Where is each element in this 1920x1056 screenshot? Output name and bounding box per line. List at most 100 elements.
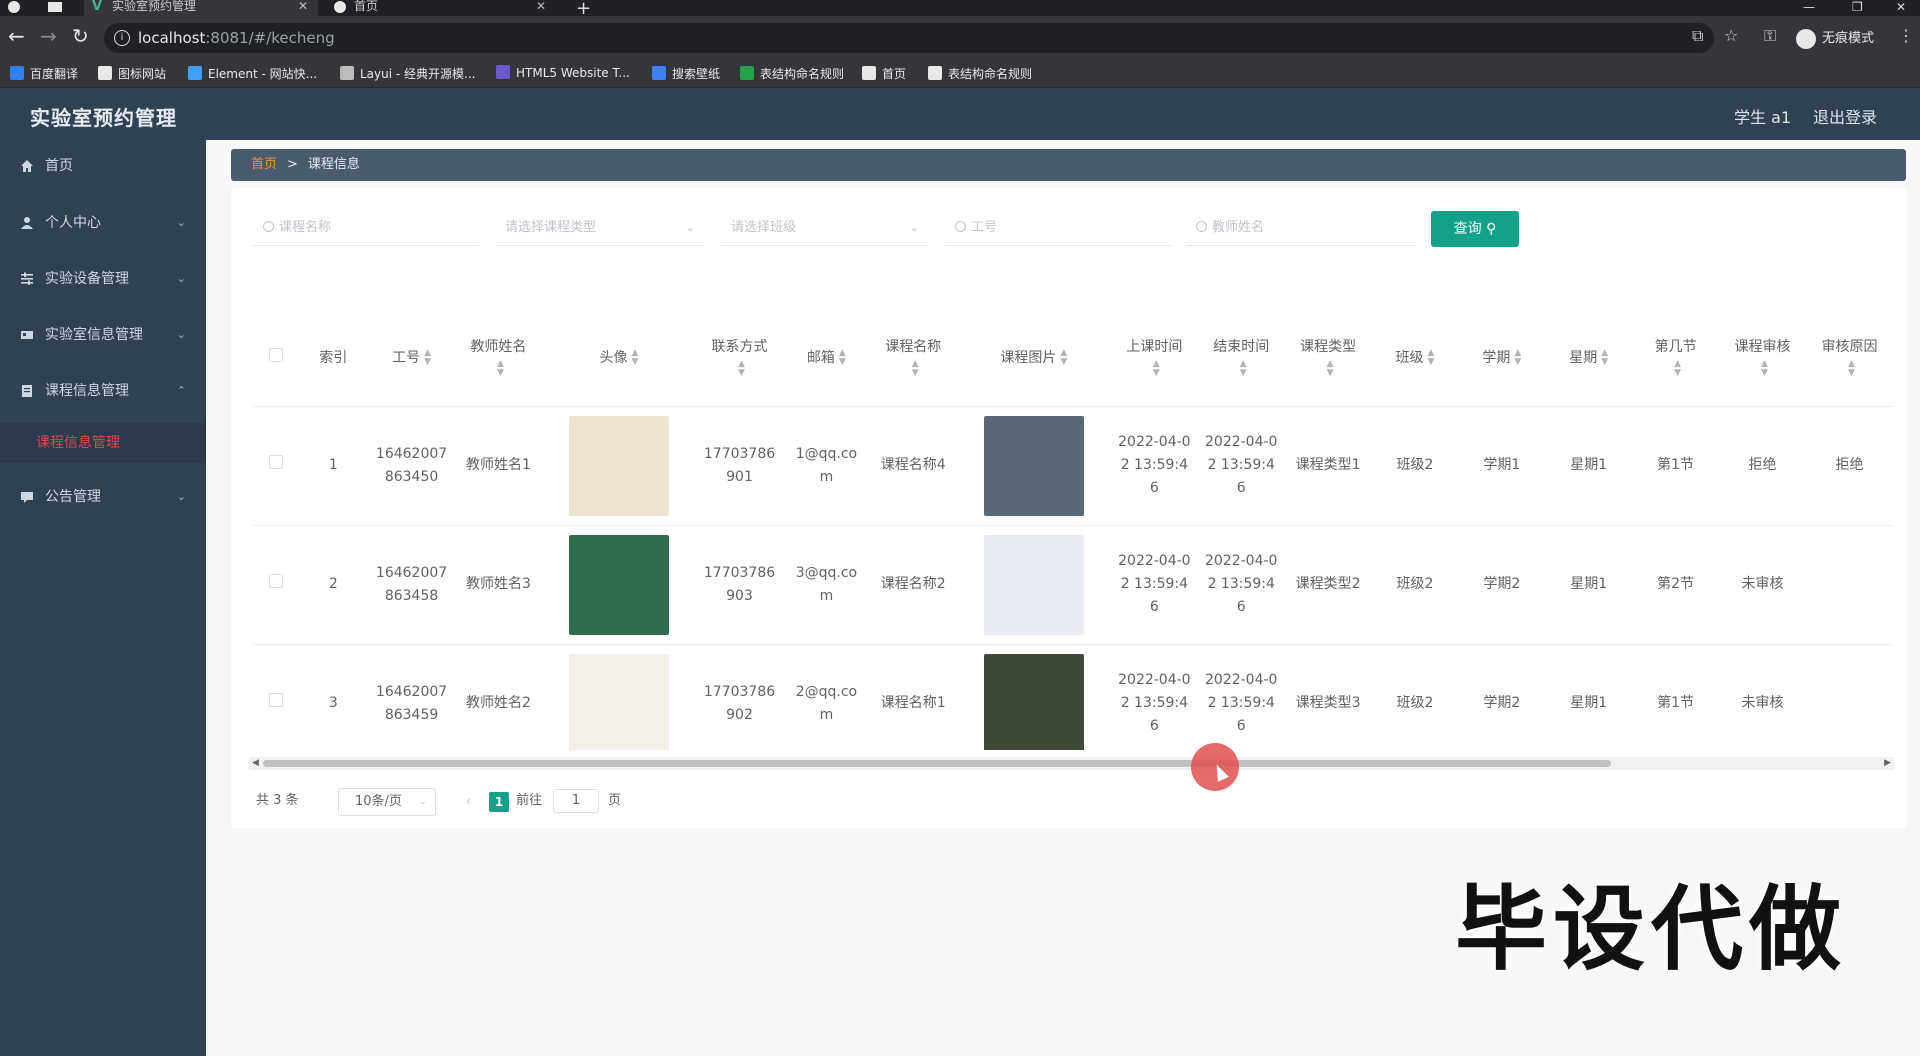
placeholder: 请选择课程类型	[505, 220, 597, 235]
chevron-up-icon: ⌃	[176, 384, 186, 397]
current-user[interactable]: 学生 a1	[1734, 104, 1791, 128]
bookmark-item[interactable]: 图标网站	[98, 65, 166, 82]
cell-period: 第1节	[1632, 406, 1720, 526]
avatar[interactable]	[568, 415, 669, 516]
cell-avatar-image	[541, 644, 697, 750]
bookmark-item[interactable]: 表结构命名规则	[928, 65, 1032, 82]
bookmark-icon	[10, 66, 24, 80]
bookmark-item[interactable]: 表结构命名规则	[740, 65, 844, 82]
row-checkbox[interactable]	[253, 406, 299, 526]
forward-icon[interactable]: →	[40, 26, 57, 46]
prev-page-icon[interactable]: ‹	[466, 792, 471, 810]
row-checkbox[interactable]	[253, 644, 299, 750]
col-end-time[interactable]: 结束时间 ▲ ▼	[1197, 310, 1285, 407]
address-bar[interactable]: i localhost:8081/#/kecheng	[104, 23, 1714, 53]
sidebar-item-lab-info[interactable]: 实验室信息管理 ⌄	[0, 315, 206, 355]
course-image[interactable]	[983, 415, 1084, 516]
col-email[interactable]: 邮箱 ▲ ▼	[782, 310, 870, 407]
col-period[interactable]: 第几节 ▲ ▼	[1632, 310, 1720, 407]
col-course-type[interactable]: 课程类型 ▲ ▼	[1284, 310, 1372, 407]
sidebar-item-home[interactable]: 首页	[0, 146, 206, 186]
work-no-input[interactable]: 工号	[945, 210, 1171, 246]
cell-teacher-name: 教师姓名1	[454, 406, 542, 526]
row-checkbox[interactable]	[253, 525, 299, 645]
cell-review: 未审核	[1719, 644, 1806, 750]
logout-link[interactable]: 退出登录	[1813, 104, 1877, 128]
minimize-icon[interactable]: —	[1803, 0, 1815, 14]
browser-menu-icon[interactable]	[4, 0, 24, 16]
bookmark-item[interactable]: HTML5 Website T...	[496, 65, 630, 80]
scroll-right-icon[interactable]: ▶	[1884, 757, 1891, 770]
breadcrumb-home[interactable]: 首页	[251, 157, 277, 172]
sidebar-item-profile[interactable]: 个人中心 ⌄	[0, 203, 206, 243]
bookmark-item[interactable]: Element - 网站快...	[188, 65, 317, 82]
col-semester[interactable]: 学期 ▲ ▼	[1458, 310, 1546, 407]
bookmark-label: Layui - 经典开源模...	[360, 67, 476, 81]
scroll-left-icon[interactable]: ◀	[252, 757, 259, 770]
chevron-down-icon: ⌄	[909, 221, 919, 234]
bookmark-icon	[188, 66, 202, 80]
more-menu-icon[interactable]: ⋮	[1898, 28, 1914, 44]
col-review-reason[interactable]: 审核原因 ▲ ▼	[1805, 310, 1893, 407]
col-start-time[interactable]: 上课时间 ▲ ▼	[1110, 310, 1198, 407]
bookmark-item[interactable]: 百度翻译	[10, 65, 78, 82]
col-phone[interactable]: 联系方式 ▲ ▼	[696, 310, 783, 407]
table-row[interactable]: 3 16462007863459 教师姓名2 17703786902 2@qq.com 课…	[253, 644, 1893, 750]
col-class[interactable]: 班级 ▲ ▼	[1371, 310, 1459, 407]
sort-icon: ▲ ▼	[838, 347, 846, 367]
col-review[interactable]: 课程审核 ▲ ▼	[1719, 310, 1806, 407]
col-course-image[interactable]: 课程图片 ▲ ▼	[956, 310, 1111, 407]
col-avatar[interactable]: 头像 ▲ ▼	[541, 310, 697, 407]
globe-icon	[334, 1, 346, 13]
translate-icon[interactable]: ⧉	[1692, 28, 1703, 44]
col-weekday[interactable]: 星期 ▲ ▼	[1545, 310, 1633, 407]
goto-page-input[interactable]: 1	[553, 789, 599, 813]
cell-phone: 17703786903	[696, 525, 783, 645]
bookmark-item[interactable]: Layui - 经典开源模...	[340, 65, 475, 82]
col-work-no[interactable]: 工号 ▲ ▼	[368, 310, 455, 407]
incognito-indicator[interactable]: 无痕模式	[1796, 27, 1874, 49]
avatar[interactable]	[568, 534, 669, 635]
key-icon[interactable]: ⚿	[1764, 28, 1776, 44]
back-icon[interactable]: ←	[8, 26, 25, 46]
sidebar-subitem-course-manage[interactable]: 课程信息管理	[0, 423, 206, 463]
course-image[interactable]	[983, 653, 1084, 750]
col-course-name[interactable]: 课程名称 ▲ ▼	[869, 310, 957, 407]
horizontal-scrollbar[interactable]: ◀ ▶	[249, 757, 1894, 770]
course-image[interactable]	[983, 534, 1084, 635]
sidebar-item-equipment[interactable]: 实验设备管理 ⌄	[0, 259, 206, 299]
course-name-input[interactable]: 课程名称	[253, 210, 479, 246]
scrollbar-thumb[interactable]	[263, 760, 1611, 767]
placeholder: 工号	[971, 220, 998, 235]
table-row[interactable]: 2 16462007863458 教师姓名3 17703786903 3@qq.com 课…	[253, 525, 1893, 645]
cell-avatar-image	[541, 525, 697, 645]
table-row[interactable]: 1 16462007863450 教师姓名1 17703786901 1@qq.com 课…	[253, 406, 1893, 526]
sidebar-item-label: 个人中心	[45, 215, 101, 231]
user-icon	[21, 217, 33, 229]
star-icon[interactable]: ☆	[1724, 28, 1738, 44]
page-size-select[interactable]: 10条/页 ⌄	[338, 788, 436, 816]
avatar[interactable]	[568, 653, 669, 750]
bookmark-label: 表结构命名规则	[760, 67, 845, 81]
close-icon[interactable]: ✕	[298, 0, 308, 12]
browser-tab[interactable]: 首页 ✕	[326, 0, 556, 16]
bookmark-item[interactable]: 首页	[862, 65, 906, 82]
class-select[interactable]: 请选择班级 ⌄	[721, 210, 929, 246]
reload-icon[interactable]: ↻	[72, 26, 89, 46]
col-teacher-name[interactable]: 教师姓名 ▲ ▼	[454, 310, 542, 407]
query-button[interactable]: 查询 ⚲	[1431, 211, 1519, 247]
close-window-icon[interactable]: ✕	[1896, 0, 1906, 14]
close-icon[interactable]: ✕	[536, 0, 546, 12]
bookmark-item[interactable]: 搜索壁纸	[652, 65, 720, 82]
tab-title: 首页	[354, 0, 379, 13]
sidebar-item-notice[interactable]: 公告管理 ⌄	[0, 477, 206, 517]
maximize-icon[interactable]: ❐	[1852, 0, 1863, 14]
page-number-current[interactable]: 1	[489, 792, 509, 812]
info-icon[interactable]: i	[114, 30, 130, 46]
browser-tab-active[interactable]: V 实验室预约管理 ✕	[84, 0, 318, 16]
cell-course-type: 课程类型1	[1284, 406, 1372, 526]
select-all-checkbox[interactable]	[253, 310, 299, 407]
course-type-select[interactable]: 请选择课程类型 ⌄	[495, 210, 705, 246]
sidebar-item-course-info[interactable]: 课程信息管理 ⌃	[0, 371, 206, 411]
teacher-name-input[interactable]: 教师姓名	[1186, 210, 1416, 246]
